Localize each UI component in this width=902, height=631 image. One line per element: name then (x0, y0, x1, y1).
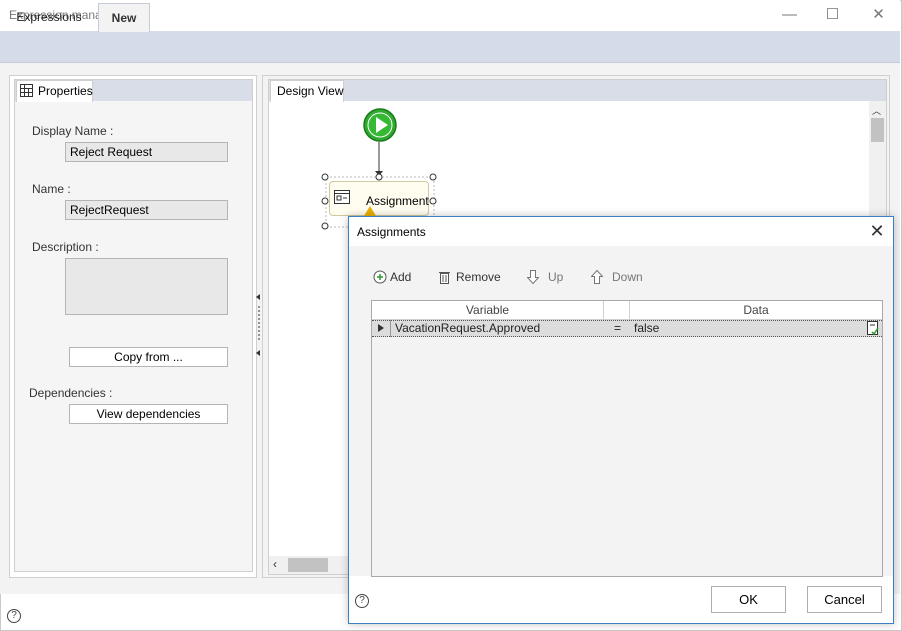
row-operator: = (614, 321, 622, 335)
row-variable[interactable]: VacationRequest.Approved (395, 320, 540, 337)
help-icon[interactable]: ? (7, 609, 21, 623)
arrow-up-shaped-down-icon (590, 269, 604, 284)
maximize-icon: ☐ (825, 6, 840, 23)
remove-label: Remove (456, 270, 501, 284)
column-header-data[interactable]: Data (630, 301, 882, 320)
close-button[interactable]: ✕ (856, 0, 901, 30)
copy-from-button[interactable]: Copy from ... (69, 347, 228, 367)
trash-icon (439, 272, 450, 284)
tab-strip (0, 31, 900, 63)
name-label: Name : (32, 182, 71, 196)
row-divider (390, 320, 391, 337)
close-icon: ✕ (869, 221, 885, 241)
scroll-up-arrow[interactable]: ︿ (872, 104, 881, 117)
dialog-title: Assignments (357, 225, 426, 239)
view-dependencies-button[interactable]: View dependencies (69, 404, 228, 424)
arrow-down-shaped-up-icon (526, 270, 540, 285)
ok-button[interactable]: OK (711, 586, 786, 613)
design-view-tab-label: Design View (277, 84, 344, 98)
design-view-header (269, 80, 886, 101)
display-name-label: Display Name : (32, 124, 114, 138)
add-button[interactable]: Add (373, 268, 411, 286)
warning-icon (364, 206, 376, 216)
column-header-operator[interactable] (604, 301, 630, 320)
description-label: Description : (32, 240, 99, 254)
dialog-close-button[interactable]: ✕ (866, 221, 888, 243)
minimize-button[interactable]: — (767, 0, 812, 30)
start-play-icon[interactable] (362, 107, 398, 143)
minimize-icon: — (782, 6, 797, 23)
tab-new[interactable]: New (98, 3, 150, 32)
description-field[interactable] (65, 258, 228, 315)
horizontal-scroll-thumb[interactable] (288, 558, 328, 572)
properties-grid-icon (20, 84, 33, 97)
properties-tab-label: Properties (38, 84, 93, 98)
edit-document-icon[interactable] (867, 321, 879, 336)
vertical-scroll-thumb[interactable] (871, 118, 884, 142)
down-label: Down (612, 270, 643, 284)
close-icon: ✕ (872, 6, 885, 23)
dependencies-label: Dependencies : (29, 386, 113, 400)
up-button[interactable]: Up (526, 268, 564, 286)
assignments-grid (371, 300, 883, 577)
remove-button[interactable]: Remove (438, 268, 501, 286)
add-label: Add (390, 270, 412, 284)
splitter-handle[interactable] (255, 292, 262, 360)
down-button[interactable]: Down (590, 268, 643, 286)
cancel-button[interactable]: Cancel (807, 586, 882, 613)
scroll-left-arrow[interactable]: ‹ (273, 557, 277, 571)
tab-expressions[interactable]: Expressions (4, 3, 94, 32)
add-circle-icon (373, 270, 387, 284)
column-header-variable[interactable]: Variable (372, 301, 604, 320)
maximize-button[interactable]: ☐ (810, 0, 855, 30)
row-expand-icon[interactable] (377, 323, 385, 333)
assignment-icon (334, 190, 350, 204)
name-field[interactable]: RejectRequest (65, 200, 228, 220)
display-name-field[interactable]: Reject Request (65, 142, 228, 162)
row-data[interactable]: false (634, 320, 659, 337)
dialog-help-icon[interactable]: ? (355, 594, 369, 608)
up-label: Up (548, 270, 564, 284)
